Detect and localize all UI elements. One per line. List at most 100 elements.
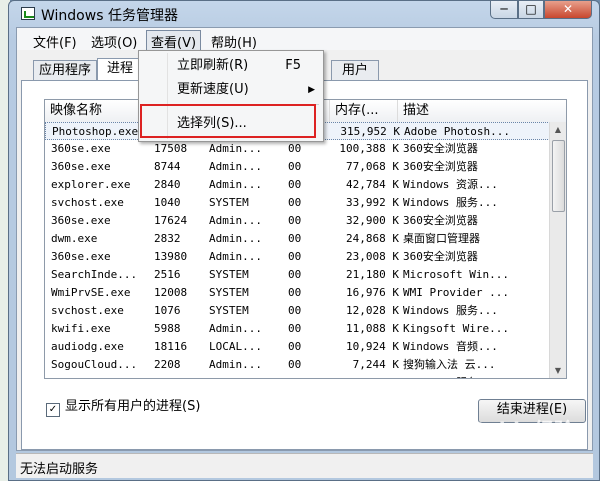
process-description: Windows 资源... — [403, 178, 498, 191]
update-speed-label: 更新速度(U) — [177, 82, 249, 97]
table-row[interactable]: SogouCloud... 2208 Admin... 00 7,244 K 搜狗输入法 … — [45, 356, 552, 374]
process-user: SYSTEM — [209, 268, 249, 281]
menu-help[interactable]: 帮助(H) — [207, 31, 261, 52]
process-memory: 100,388 K — [339, 142, 399, 155]
refresh-now-label: 立即刷新(R) — [177, 58, 249, 73]
table-row[interactable]: audiodg.exe 18116 LOCAL... 00 10,924 K Window… — [45, 338, 552, 356]
show-all-users-checkbox[interactable]: ✓ — [46, 403, 60, 417]
table-row[interactable]: 360se.exe 8744 Admin... 00 77,068 K 360安全浏览器 — [45, 158, 552, 176]
process-description: Windows 服务... — [403, 304, 498, 317]
table-row[interactable]: WmiPrvSE.exe 12008 SYSTEM 00 16,976 K WMI Pro… — [45, 284, 552, 302]
process-name: 360se.exe — [51, 142, 111, 155]
process-pid: 17624 — [154, 214, 188, 227]
process-cpu: 00 — [288, 340, 302, 353]
process-user: Admin... — [209, 178, 262, 191]
process-user: Admin... — [209, 142, 262, 155]
table-row[interactable]: kwifi.exe 5988 Admin... 00 11,088 K Kingsoft … — [45, 320, 552, 338]
table-row[interactable]: svchost.exe 1040 SYSTEM 00 33,992 K Windows 服… — [45, 194, 552, 212]
menu-options[interactable]: 选项(O) — [87, 31, 141, 52]
process-memory: 6,188 K — [325, 374, 399, 378]
column-memory[interactable]: 内存(... — [330, 100, 398, 122]
maximize-button[interactable]: □ — [518, 1, 544, 19]
table-row[interactable]: SearchInde... 2516 SYSTEM 00 21,180 K Microso… — [45, 266, 552, 284]
process-description: 360安全浏览器 — [403, 214, 478, 227]
process-cpu: 00 — [288, 178, 302, 191]
process-memory: 10,924 K — [346, 340, 399, 353]
process-cpu: 00 — [288, 358, 302, 371]
process-memory: 7,244 K — [352, 358, 399, 371]
process-name: SogouCloud... — [51, 358, 138, 371]
show-all-users-label: 显示所有用户的进程(S) — [65, 399, 201, 414]
column-description[interactable]: 描述 — [398, 100, 552, 122]
process-description: 360安全浏览器 — [403, 250, 478, 263]
process-name: svchost.exe — [51, 304, 124, 317]
process-user: Admin... — [209, 358, 262, 371]
table-row[interactable]: 360se.exe 13980 Admin... 00 23,008 K 360安全浏览器 — [45, 248, 552, 266]
process-description: 360安全浏览器 — [403, 142, 478, 155]
process-pid: 2516 — [154, 268, 181, 281]
process-user: Admin... — [209, 250, 262, 263]
vertical-scrollbar[interactable]: ▲ ▼ — [549, 122, 566, 378]
process-user: Admin... — [209, 322, 262, 335]
scroll-up-icon[interactable]: ▲ — [550, 122, 566, 138]
scroll-down-icon[interactable]: ▼ — [550, 363, 566, 378]
process-description: Windows 服务... — [403, 374, 551, 378]
process-name: svchost.exe — [51, 374, 151, 378]
minimize-button[interactable]: ─ — [490, 1, 518, 19]
process-user: Admin... — [209, 214, 262, 227]
show-all-users-option[interactable]: ✓ 显示所有用户的进程(S) — [46, 395, 200, 417]
process-name: WmiPrvSE.exe — [51, 286, 131, 299]
process-user: LOCAL... — [209, 374, 285, 378]
menu-item-update-speed[interactable]: 更新速度(U) ▶ — [139, 79, 323, 101]
process-memory: 23,008 K — [346, 250, 399, 263]
table-row[interactable]: explorer.exe 2840 Admin... 00 42,784 K Window… — [45, 176, 552, 194]
column-image-name[interactable]: 映像名称 — [45, 100, 149, 122]
process-user: Admin... — [209, 160, 262, 173]
process-cpu: 00 — [288, 322, 302, 335]
process-cpu: 00 — [288, 374, 318, 378]
process-user: SYSTEM — [209, 304, 249, 317]
table-row[interactable]: dwm.exe 2832 Admin... 00 24,868 K 桌面窗口管理器 — [45, 230, 552, 248]
table-row[interactable]: svchost.exe 1076 SYSTEM 00 12,028 K Windows 服… — [45, 302, 552, 320]
process-name: 360se.exe — [51, 214, 111, 227]
tab-applications[interactable]: 应用程序 — [33, 60, 97, 80]
close-button[interactable]: ✕ — [544, 1, 592, 19]
menu-item-refresh-now[interactable]: 立即刷新(R) F5 — [139, 55, 323, 77]
process-cpu: 00 — [288, 232, 302, 245]
process-cpu: 00 — [288, 286, 302, 299]
process-pid: 2832 — [154, 232, 181, 245]
process-description: 搜狗输入法 云... — [403, 358, 496, 371]
process-memory: 24,868 K — [346, 232, 399, 245]
process-description: Adobe Photosh... — [404, 125, 510, 138]
process-user: SYSTEM — [209, 286, 249, 299]
process-pid: 1208 — [154, 374, 206, 378]
tab-users[interactable]: 用户 — [331, 60, 379, 80]
process-pid: 8744 — [154, 160, 181, 173]
table-row[interactable]: 360se.exe 17508 Admin... 00 100,388 K 360安全浏览… — [45, 140, 552, 158]
title-bar[interactable]: Windows 任务管理器 ─ □ ✕ — [9, 1, 599, 27]
process-cpu: 00 — [288, 142, 302, 155]
process-name: SearchInde... — [51, 268, 138, 281]
menu-file[interactable]: 文件(F) — [29, 31, 81, 52]
process-name: Photoshop.exe — [52, 125, 139, 138]
table-row[interactable]: 360se.exe 17624 Admin... 00 32,900 K 360安全浏览器 — [45, 212, 552, 230]
process-pid: 1040 — [154, 196, 181, 209]
submenu-arrow-icon: ▶ — [308, 85, 315, 95]
tab-processes[interactable]: 进程 — [97, 58, 143, 81]
process-name: dwm.exe — [51, 232, 98, 245]
process-user: Admin... — [209, 232, 262, 245]
process-description: Windows 音频... — [403, 340, 498, 353]
status-bar: 无法启动服务 — [16, 453, 593, 478]
refresh-shortcut: F5 — [285, 58, 301, 73]
process-pid: 18116 — [154, 340, 188, 353]
process-user: LOCAL... — [209, 340, 262, 353]
process-description: WMI Provider ... — [403, 286, 509, 299]
window-title: Windows 任务管理器 — [41, 8, 178, 24]
table-row[interactable]: svchost.exe1208LOCAL...00 6,188 K Windows … — [45, 374, 552, 378]
process-cpu: 00 — [288, 268, 302, 281]
process-cpu: 00 — [288, 214, 302, 227]
process-memory: 32,900 K — [346, 214, 399, 227]
scrollbar-thumb[interactable] — [552, 140, 565, 212]
status-text: 无法启动服务 — [20, 462, 99, 477]
process-pid: 1076 — [154, 304, 181, 317]
